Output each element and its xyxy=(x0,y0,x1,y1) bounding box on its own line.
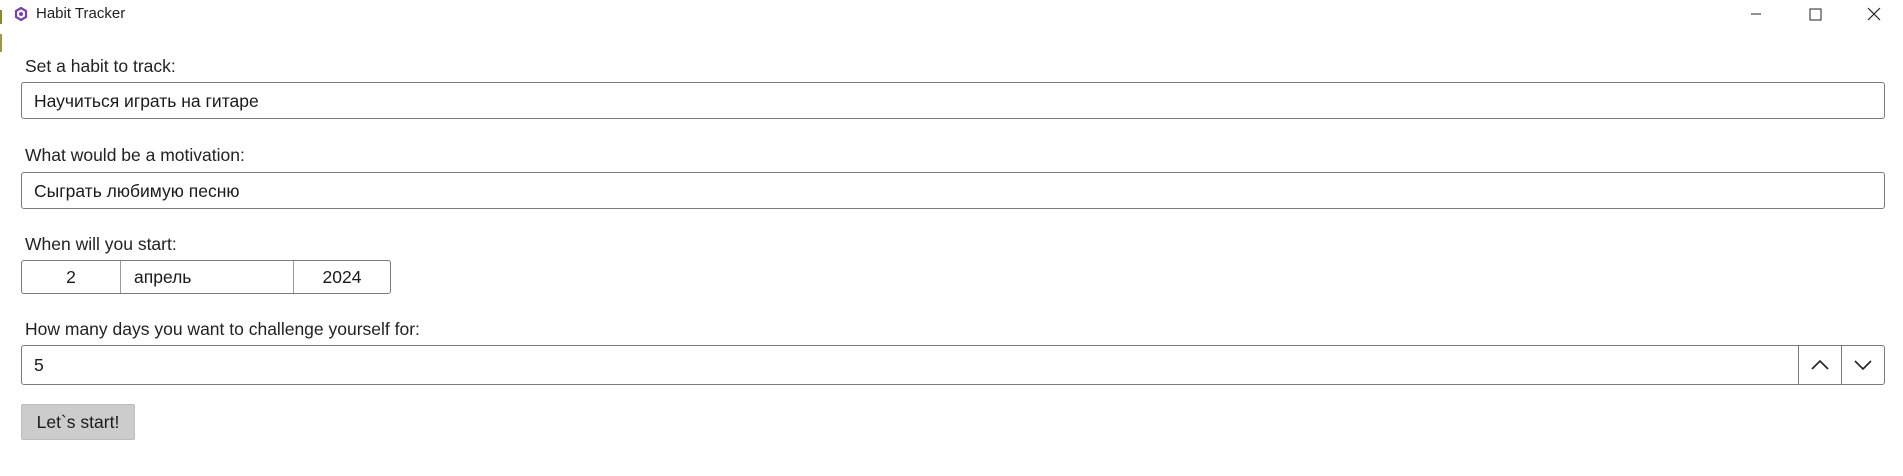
motivation-label: What would be a motivation: xyxy=(25,145,245,165)
date-day-field[interactable]: 2 xyxy=(22,261,121,293)
start-date-label: When will you start: xyxy=(25,234,177,254)
close-button[interactable] xyxy=(1845,0,1903,28)
minimize-icon xyxy=(1751,13,1761,15)
window-edge-artifact xyxy=(0,34,2,52)
increment-button[interactable] xyxy=(1798,346,1841,384)
chevron-down-icon xyxy=(1854,360,1872,371)
window-edge-artifact xyxy=(0,10,2,24)
date-month-field[interactable]: апрель xyxy=(121,261,294,293)
window-title: Habit Tracker xyxy=(36,5,126,22)
maximize-icon xyxy=(1809,8,1821,20)
days-number-input[interactable]: 5 xyxy=(21,345,1885,385)
close-icon xyxy=(1867,7,1881,21)
app-logo-icon xyxy=(14,7,28,21)
days-label: How many days you want to challenge your… xyxy=(25,319,420,339)
habit-input[interactable]: Научиться играть на гитаре xyxy=(21,82,1885,119)
decrement-button[interactable] xyxy=(1841,346,1884,384)
days-input-value: 5 xyxy=(34,355,44,375)
motivation-input[interactable]: Сыграть любимую песню xyxy=(21,172,1885,209)
start-button[interactable]: Let`s start! xyxy=(21,404,135,440)
motivation-input-value: Сыграть любимую песню xyxy=(34,181,240,201)
minimize-button[interactable] xyxy=(1727,0,1785,28)
habit-input-value: Научиться играть на гитаре xyxy=(34,91,259,111)
maximize-button[interactable] xyxy=(1786,0,1844,28)
habit-label: Set a habit to track: xyxy=(25,56,176,76)
chevron-up-icon xyxy=(1811,359,1829,370)
title-bar: Habit Tracker xyxy=(0,0,1903,28)
start-date-picker[interactable]: 2 апрель 2024 xyxy=(21,260,391,294)
date-year-field[interactable]: 2024 xyxy=(294,261,390,293)
